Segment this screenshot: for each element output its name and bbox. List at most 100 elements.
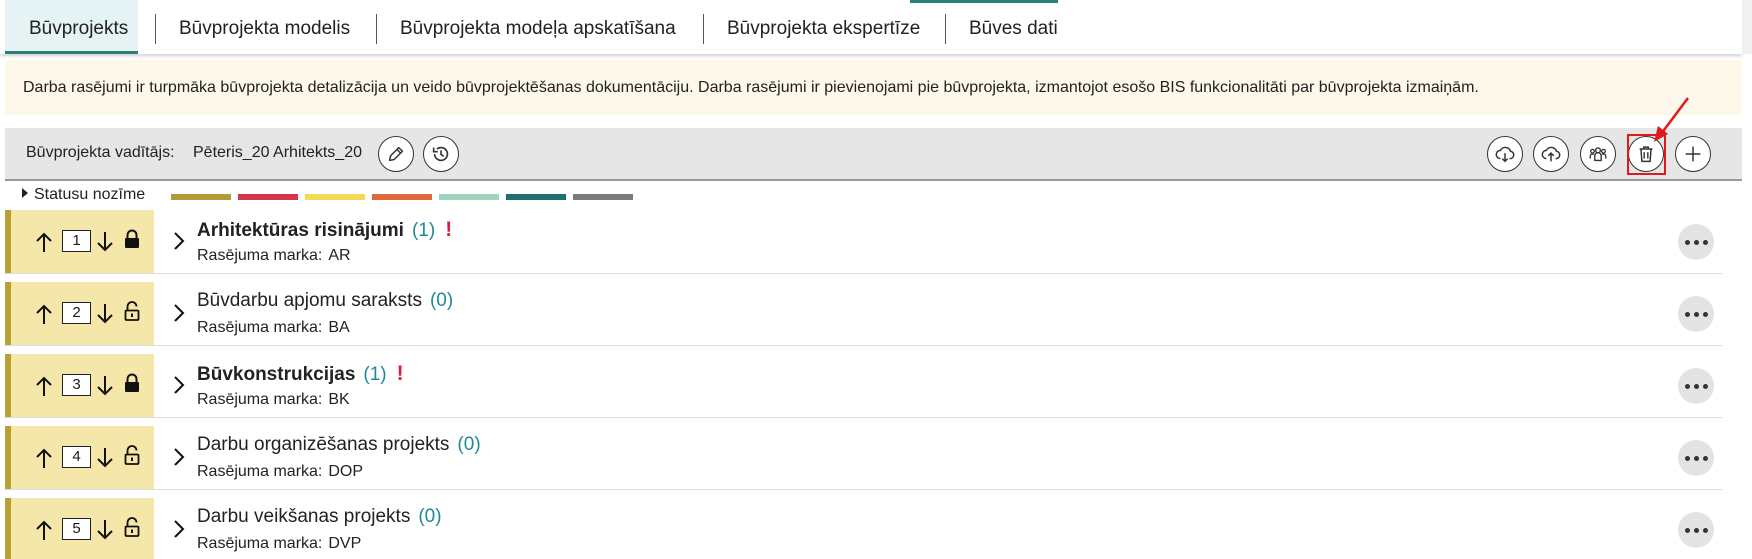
status-swatch xyxy=(439,194,499,200)
mark-label: Rasējuma marka: xyxy=(197,391,323,408)
history-button[interactable] xyxy=(423,136,459,172)
manager-name: Pēteris_20 Arhitekts_20 xyxy=(193,144,362,161)
tab-bar: Būvprojekts Būvprojekta modelis Būvproje… xyxy=(0,0,1742,54)
participants-button[interactable] xyxy=(1580,136,1616,172)
arrow-down-icon[interactable] xyxy=(95,374,115,398)
mark-value: BA xyxy=(328,319,350,336)
row-title-text: Darbu veikšanas projekts xyxy=(197,506,411,527)
order-number[interactable]: 5 xyxy=(62,518,91,540)
unlock-icon[interactable] xyxy=(123,300,141,322)
tab-buvprojekts[interactable]: Būvprojekts xyxy=(5,0,138,54)
lock-icon[interactable] xyxy=(123,228,141,250)
tab-buvprojekta-modelis[interactable]: Būvprojekta modelis xyxy=(155,0,374,54)
tab-ekspertize[interactable]: Būvprojekta ekspertīze xyxy=(703,0,944,54)
chevron-right-icon[interactable] xyxy=(172,518,186,540)
list-item: 2 Būvdarbu apjomu saraksts (0) Rasējuma m… xyxy=(5,282,1722,346)
manager-label: Būvprojekta vadītājs: xyxy=(26,144,175,161)
expand-triangle-icon xyxy=(22,188,28,198)
row-title[interactable]: Arhitektūras risinājumi (1)! xyxy=(197,218,452,242)
cloud-upload-icon xyxy=(1541,146,1561,162)
row-subtitle: Rasējuma marka: AR xyxy=(197,247,351,265)
row-title-text: Arhitektūras risinājumi xyxy=(197,220,404,241)
cloud-download-icon xyxy=(1495,146,1515,163)
order-number[interactable]: 1 xyxy=(62,230,91,252)
info-banner: Darba rasējumi ir turpmāka būvprojekta d… xyxy=(5,60,1742,115)
upload-button[interactable] xyxy=(1533,136,1569,172)
row-subtitle: Rasējuma marka: BK xyxy=(197,391,350,409)
status-legend-toggle[interactable]: Statusu nozīme xyxy=(22,186,145,204)
unlock-icon[interactable] xyxy=(123,444,141,466)
row-order-controls: 1 xyxy=(5,210,154,273)
chevron-right-icon[interactable] xyxy=(172,230,186,252)
order-number[interactable]: 3 xyxy=(62,374,91,396)
mark-value: DVP xyxy=(328,535,362,552)
lock-icon[interactable] xyxy=(123,372,141,394)
download-button[interactable] xyxy=(1487,136,1523,172)
tab-buves-dati[interactable]: Būves dati xyxy=(945,0,1082,54)
row-menu-button[interactable] xyxy=(1678,224,1714,260)
chevron-right-icon[interactable] xyxy=(172,302,186,324)
row-order-controls: 5 xyxy=(5,498,154,559)
row-title[interactable]: Darbu organizēšanas projekts (0) xyxy=(197,434,481,456)
row-title[interactable]: Darbu veikšanas projekts (0) xyxy=(197,506,442,528)
status-swatch xyxy=(171,194,231,200)
row-count: (1) xyxy=(363,364,387,385)
mark-label: Rasējuma marka: xyxy=(197,535,323,552)
row-title-text: Būvkonstrukcijas xyxy=(197,364,356,385)
scrollbar[interactable] xyxy=(1742,0,1752,54)
alert-icon: ! xyxy=(396,362,404,385)
arrow-up-icon[interactable] xyxy=(34,518,54,542)
tab-modela-apskatisana[interactable]: Būvprojekta modeļa apskatīšana xyxy=(376,0,700,54)
row-title[interactable]: Būvkonstrukcijas (1)! xyxy=(197,362,404,386)
edit-manager-button[interactable] xyxy=(378,136,414,172)
row-order-controls: 4 xyxy=(5,426,154,489)
status-swatch xyxy=(506,194,566,200)
row-title-text: Darbu organizēšanas projekts xyxy=(197,434,450,455)
list-item: 5 Darbu veikšanas projekts (0) Rasējuma m… xyxy=(5,498,1722,559)
order-number[interactable]: 2 xyxy=(62,302,91,324)
unlock-icon[interactable] xyxy=(123,516,141,538)
mark-value: BK xyxy=(328,391,350,408)
people-group-icon xyxy=(1589,147,1607,162)
arrow-down-icon[interactable] xyxy=(95,230,115,254)
mark-label: Rasējuma marka: xyxy=(197,463,323,480)
arrow-up-icon[interactable] xyxy=(34,446,54,470)
arrow-down-icon[interactable] xyxy=(95,518,115,542)
arrow-down-icon[interactable] xyxy=(95,302,115,326)
list-item: 1 Arhitektūras risinājumi (1)! Rasējuma m… xyxy=(5,210,1722,274)
row-menu-button[interactable] xyxy=(1678,440,1714,476)
status-swatch xyxy=(372,194,432,200)
arrow-down-icon[interactable] xyxy=(95,446,115,470)
chevron-right-icon[interactable] xyxy=(172,446,186,468)
mark-value: AR xyxy=(328,247,351,264)
annotation-arrow-icon xyxy=(1654,97,1689,142)
row-menu-button[interactable] xyxy=(1678,368,1714,404)
edit-icon xyxy=(388,146,404,162)
row-order-controls: 3 xyxy=(5,354,154,417)
arrow-up-icon[interactable] xyxy=(34,302,54,326)
row-title[interactable]: Būvdarbu apjomu saraksts (0) xyxy=(197,290,453,312)
list-item: 3 Būvkonstrukcijas (1)! Rasējuma marka: BK xyxy=(5,354,1722,418)
status-swatch xyxy=(573,194,633,200)
row-subtitle: Rasējuma marka: DVP xyxy=(197,535,361,553)
status-legend-label: Statusu nozīme xyxy=(34,186,146,203)
row-count: (0) xyxy=(418,506,442,527)
row-order-controls: 2 xyxy=(5,282,154,345)
status-swatch xyxy=(305,194,365,200)
plus-icon xyxy=(1685,146,1701,162)
chevron-right-icon[interactable] xyxy=(172,374,186,396)
arrow-up-icon[interactable] xyxy=(34,230,54,254)
mark-value: DOP xyxy=(328,463,364,480)
alert-icon: ! xyxy=(445,218,453,241)
order-number[interactable]: 4 xyxy=(62,446,91,468)
status-swatch xyxy=(238,194,298,200)
row-menu-button[interactable] xyxy=(1678,296,1714,332)
row-menu-button[interactable] xyxy=(1678,512,1714,548)
mark-label: Rasējuma marka: xyxy=(197,319,323,336)
row-count: (0) xyxy=(457,434,481,455)
arrow-up-icon[interactable] xyxy=(34,374,54,398)
mark-label: Rasējuma marka: xyxy=(197,247,323,264)
row-subtitle: Rasējuma marka: DOP xyxy=(197,463,363,481)
row-title-text: Būvdarbu apjomu saraksts xyxy=(197,290,422,311)
list-item: 4 Darbu organizēšanas projekts (0) Rasēju… xyxy=(5,426,1722,490)
